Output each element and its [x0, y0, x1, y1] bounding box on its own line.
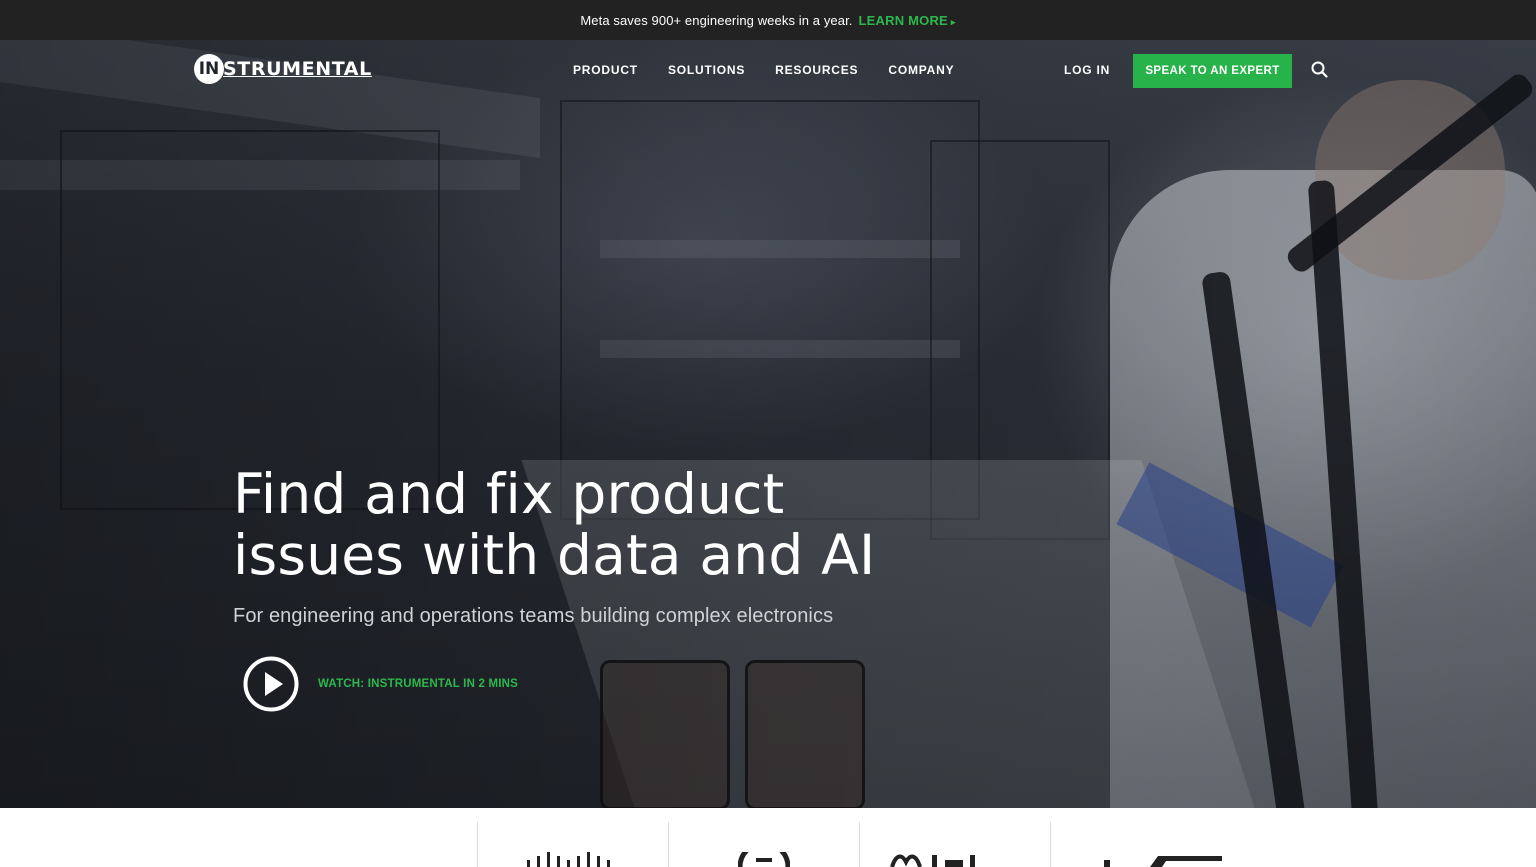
logo-divider	[859, 822, 860, 867]
nav-item-product[interactable]: PRODUCT	[573, 63, 638, 77]
watch-video-button[interactable]: WATCH: INSTRUMENTAL IN 2 MINS	[243, 656, 518, 712]
learn-more-label: LEARN MORE	[858, 12, 948, 28]
nav-menu: PRODUCT SOLUTIONS RESOURCES COMPANY	[573, 63, 984, 77]
hero-subheadline: For engineering and operations teams bui…	[233, 605, 834, 627]
learn-more-link[interactable]: LEARN MORE ▸	[859, 13, 956, 28]
announcement-bar: Meta saves 900+ engineering weeks in a y…	[0, 0, 1536, 40]
instrumental-logo[interactable]: IN STRUMENTAL	[194, 54, 372, 84]
nav-item-company[interactable]: COMPANY	[888, 63, 954, 77]
hero-headline: Find and fix product issues with data an…	[233, 464, 953, 586]
customer-logos-strip	[0, 808, 1536, 867]
main-navigation: IN STRUMENTAL PRODUCT SOLUTIONS RESOURCE…	[0, 40, 1536, 100]
hero-headline-line-1: Find and fix product	[233, 462, 785, 526]
logo-mark: IN	[194, 54, 224, 84]
nav-item-resources[interactable]: RESOURCES	[775, 63, 858, 77]
meta-logo-icon	[890, 852, 1000, 867]
speak-to-expert-button[interactable]: SPEAK TO AN EXPERT	[1133, 54, 1292, 88]
logo-wordmark: STRUMENTAL	[223, 58, 372, 80]
circular-logo-icon	[737, 840, 791, 867]
watch-video-label: WATCH: INSTRUMENTAL IN 2 MINS	[318, 678, 519, 690]
nav-item-solutions[interactable]: SOLUTIONS	[668, 63, 745, 77]
logo-divider	[477, 822, 478, 867]
login-link[interactable]: LOG IN	[1064, 63, 1110, 77]
announcement-text: Meta saves 900+ engineering weeks in a y…	[580, 12, 853, 28]
partial-logo-icon	[1098, 852, 1228, 867]
play-circle-icon[interactable]	[243, 656, 299, 712]
cisco-logo-icon	[525, 852, 625, 867]
logo-divider	[668, 822, 669, 867]
hero-background-video	[0, 40, 1536, 808]
logo-divider	[1050, 822, 1051, 867]
hero-headline-line-2: issues with data and AI	[233, 523, 876, 587]
search-icon[interactable]	[1310, 60, 1330, 80]
caret-right-icon: ▸	[950, 16, 956, 27]
